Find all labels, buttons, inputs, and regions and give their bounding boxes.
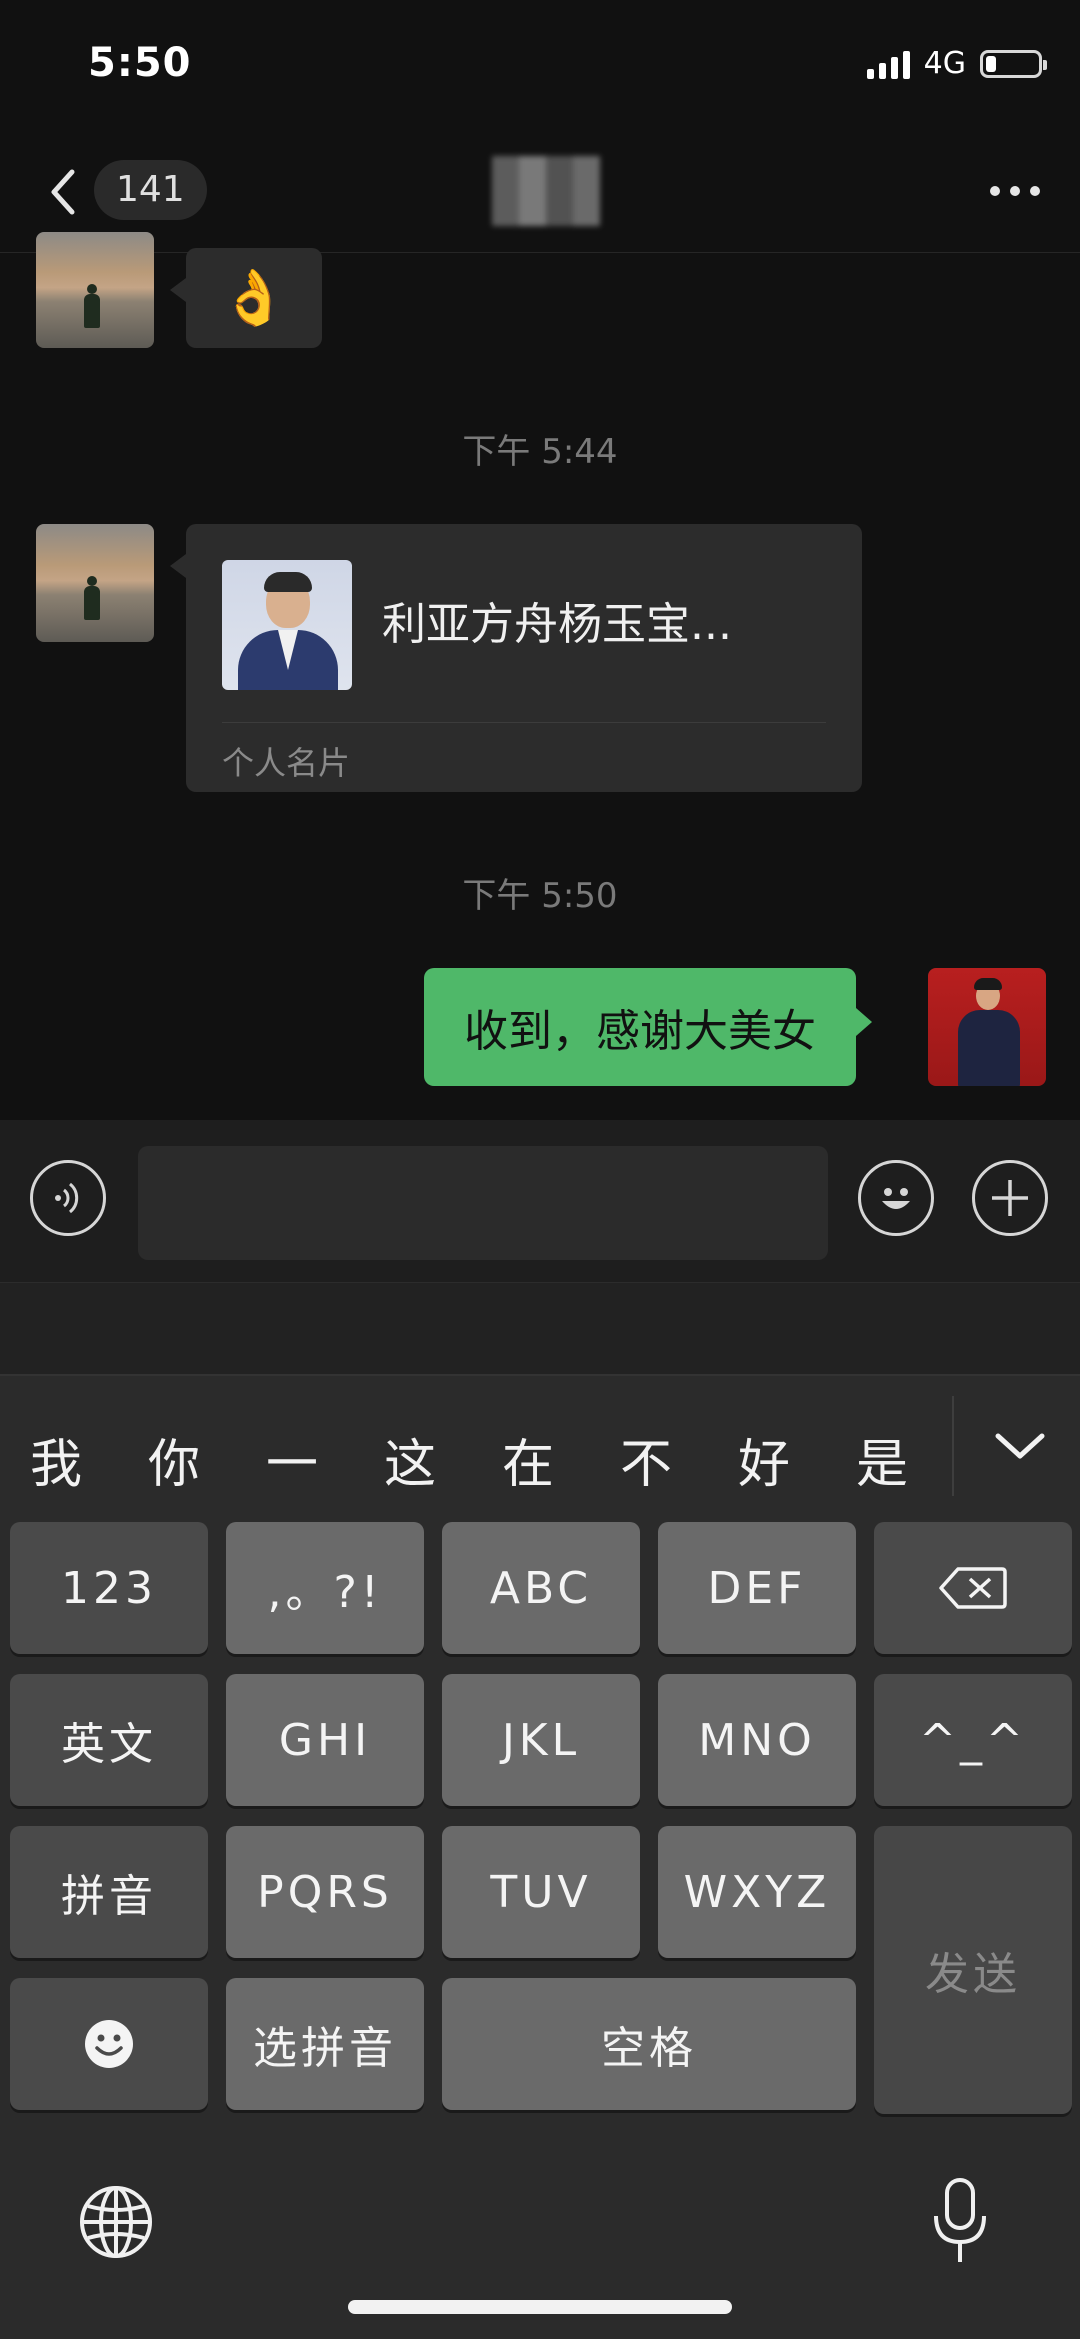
wechat-chat-screen: 5:50 4G 141 👌 下午 5:44 利亚方舟杨玉宝... 个人名片 下午… [0,0,1080,2339]
key-wxyz[interactable]: WXYZ [658,1826,856,1958]
keyboard-top-strip [0,1282,1080,1375]
back-arrow-icon[interactable] [44,166,84,218]
voice-icon [55,1182,79,1214]
message-text-input[interactable] [138,1146,828,1260]
candidate-word[interactable]: 是 [856,1422,908,1497]
chat-title-obscured [492,156,600,226]
key-english[interactable]: 英文 [10,1674,208,1806]
key-def[interactable]: DEF [658,1522,856,1654]
key-backspace[interactable] [874,1522,1072,1654]
candidate-word[interactable]: 一 [266,1422,318,1497]
contact-avatar[interactable] [36,524,154,642]
chevron-down-icon[interactable] [990,1422,1050,1472]
battery-level [986,55,996,72]
contact-card-message[interactable]: 利亚方舟杨玉宝... 个人名片 [170,524,862,792]
key-jkl[interactable]: JKL [442,1674,640,1806]
key-space[interactable]: 空格 [442,1978,856,2110]
candidate-word[interactable]: 我 [30,1422,82,1497]
more-attachments-button[interactable] [972,1160,1048,1236]
sent-message-text: 收到，感谢大美女 [464,1006,816,1057]
message-input-bar [0,1120,1080,1282]
plus-icon [992,1180,1028,1216]
status-indicators: 4G [866,46,1047,81]
signal-icon [866,49,910,79]
globe-icon[interactable] [78,2184,154,2260]
candidate-word[interactable]: 好 [738,1422,790,1497]
contact-avatar[interactable] [36,232,154,348]
key-tuv[interactable]: TUV [442,1826,640,1958]
timestamp-separator: 下午 5:44 [462,432,618,472]
candidate-divider [952,1396,954,1496]
battery-icon [980,49,1047,78]
candidate-bar: 我 你 一 这 在 不 好 是 [0,1376,1080,1526]
microphone-icon[interactable] [930,2176,990,2268]
home-indicator[interactable] [348,2300,732,2314]
emoji-picker-button[interactable] [858,1160,934,1236]
key-emoji[interactable] [10,1978,208,2110]
chat-header: 141 [0,130,1080,253]
voice-input-button[interactable] [30,1160,106,1236]
sent-message-bubble[interactable]: 收到，感谢大美女 [424,968,872,1086]
smiley-icon [882,1188,910,1209]
candidate-word[interactable]: 在 [502,1422,554,1497]
key-kaomoji[interactable]: ^_^ [874,1674,1072,1806]
key-ghi[interactable]: GHI [226,1674,424,1806]
status-time: 5:50 [88,40,192,86]
key-pqrs[interactable]: PQRS [226,1826,424,1958]
more-options-icon[interactable] [990,186,1040,196]
key-select-pinyin[interactable]: 选拼音 [226,1978,424,2110]
my-avatar[interactable] [928,968,1046,1086]
smiley-icon [85,2020,133,2068]
key-123[interactable]: 123 [10,1522,208,1654]
candidate-word[interactable]: 这 [384,1422,436,1497]
key-pinyin[interactable]: 拼音 [10,1826,208,1958]
card-type-label: 个人名片 [222,744,351,782]
timestamp-separator: 下午 5:50 [462,876,618,916]
key-mno[interactable]: MNO [658,1674,856,1806]
key-punctuation[interactable]: ,。?! [226,1522,424,1654]
unread-count-badge[interactable]: 141 [94,160,207,220]
emoji-message-bubble[interactable]: 👌 [170,248,322,348]
candidate-word[interactable]: 你 [148,1422,200,1497]
card-divider [222,722,826,723]
network-type: 4G [923,46,966,81]
key-send[interactable]: 发送 [874,1826,1072,2114]
pinyin-keyboard: 我 你 一 这 在 不 好 是 123 ,。?! ABC DEF 英文 GHI … [0,1374,1080,2339]
card-contact-name: 利亚方舟杨玉宝... [382,599,732,650]
key-abc[interactable]: ABC [442,1522,640,1654]
backspace-icon [939,1567,1007,1609]
candidate-word[interactable]: 不 [620,1422,672,1497]
card-contact-photo [222,560,352,690]
